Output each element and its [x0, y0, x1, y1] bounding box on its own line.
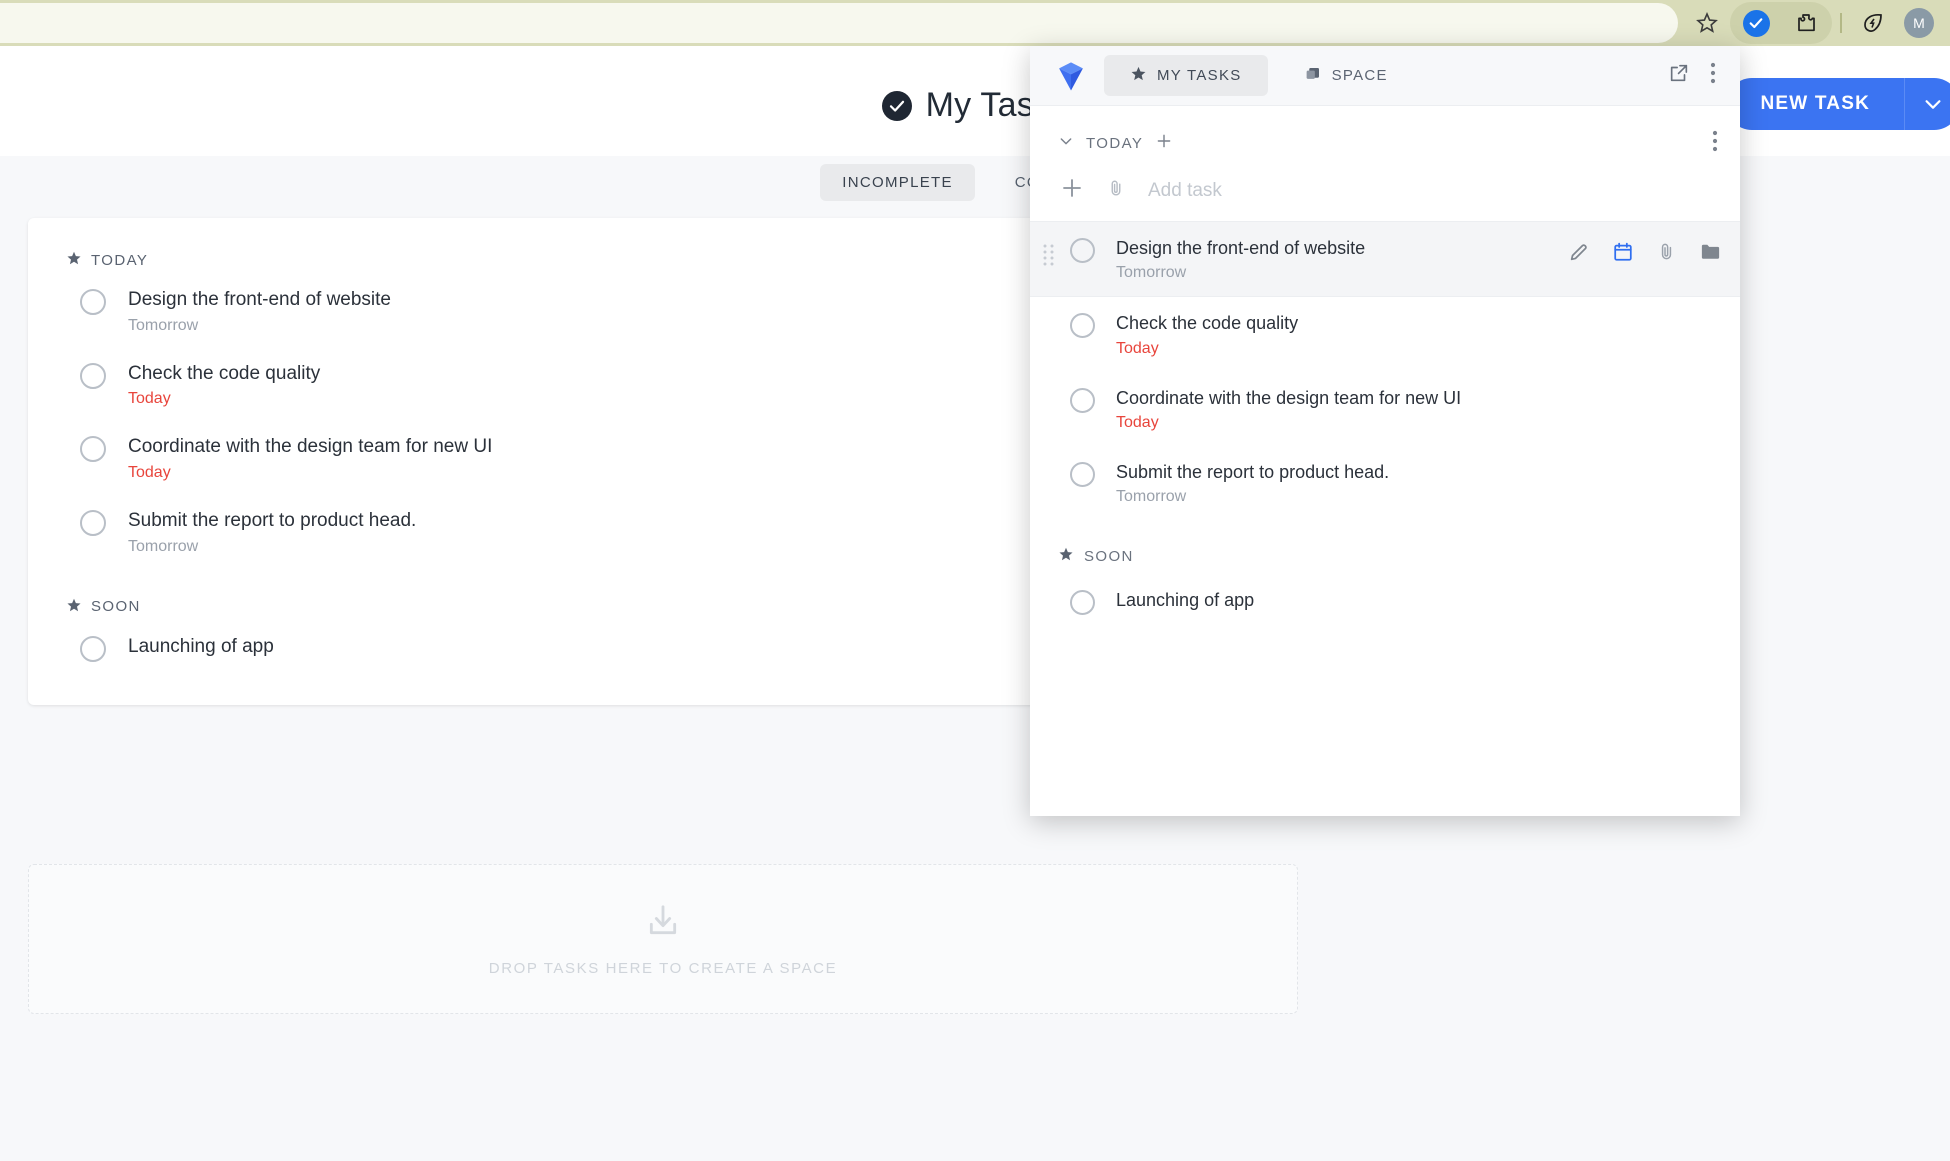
checkmark-extension-icon[interactable] [1733, 0, 1779, 46]
tab-incomplete[interactable]: INCOMPLETE [820, 164, 975, 201]
browser-toolbar-icons: M [1684, 0, 1942, 46]
puzzle-piece-icon[interactable] [1783, 0, 1829, 46]
new-task-button[interactable]: NEW TASK [1726, 78, 1904, 130]
calendar-icon[interactable] [1612, 241, 1634, 268]
drag-handle-icon[interactable] [1040, 236, 1056, 266]
extensions-pill [1730, 2, 1832, 44]
drag-handle-placeholder [1040, 386, 1056, 394]
star-icon[interactable] [1684, 0, 1730, 46]
address-bar[interactable] [0, 3, 1678, 43]
plus-icon[interactable] [1060, 176, 1084, 205]
toolbar-divider [1840, 13, 1842, 33]
task-checkbox[interactable] [80, 509, 106, 536]
task-date: Tomorrow [128, 316, 199, 334]
task-checkbox[interactable] [80, 289, 106, 315]
drag-handle-placeholder [1040, 460, 1056, 468]
add-task-row[interactable]: Add task [1030, 166, 1740, 221]
star-icon [66, 250, 82, 270]
popup-kebab-menu-icon[interactable] [1710, 62, 1716, 89]
popup-task-title: Check the code quality [1116, 313, 1299, 334]
task-date: Today [128, 390, 171, 408]
add-section-task-plus-icon[interactable] [1155, 132, 1173, 154]
circle-check-icon [881, 90, 912, 121]
star-icon [1130, 65, 1147, 86]
popup-task-row[interactable]: Check the code quality Today [1030, 297, 1740, 371]
create-space-dropzone[interactable]: DROP TASKS HERE TO CREATE A SPACE [28, 864, 1298, 1014]
task-title: Design the front-end of website [128, 289, 391, 310]
task-checkbox[interactable] [80, 635, 106, 662]
popup-task-checkbox[interactable] [1070, 461, 1095, 487]
task-checkbox[interactable] [80, 362, 106, 389]
popup-header: MY TASKS SPACE [1030, 46, 1740, 106]
extension-popup: MY TASKS SPACE TODAY Add task Design the… [1030, 46, 1740, 816]
avatar-initial: M [1904, 8, 1934, 38]
popup-task-row[interactable]: Coordinate with the design team for new … [1030, 372, 1740, 446]
leaf-bolt-icon[interactable] [1850, 0, 1896, 46]
popup-task-checkbox[interactable] [1070, 238, 1095, 263]
popup-task-title: Submit the report to product head. [1116, 461, 1390, 482]
edit-pencil-icon[interactable] [1568, 241, 1590, 268]
download-inbox-icon [643, 901, 683, 946]
tab-space[interactable]: SPACE [1278, 55, 1414, 97]
popup-body: TODAY Add task Design the front-end of w… [1030, 106, 1740, 816]
task-checkbox[interactable] [80, 436, 106, 463]
section-kebab-menu-icon[interactable] [1712, 130, 1718, 156]
task-title: Launching of app [128, 635, 274, 657]
tab-label: SPACE [1331, 67, 1388, 84]
chevron-down-icon[interactable] [1058, 133, 1074, 153]
popup-task-checkbox[interactable] [1070, 590, 1095, 616]
tab-label: MY TASKS [1157, 67, 1242, 84]
star-icon [1058, 546, 1074, 566]
task-title: Check the code quality [128, 362, 321, 384]
popup-header-actions [1668, 62, 1722, 89]
popup-task-date: Tomorrow [1116, 488, 1187, 506]
task-title: Submit the report to product head. [128, 509, 417, 531]
popup-task-row[interactable]: Launching of app [1030, 574, 1740, 629]
popup-task-checkbox[interactable] [1070, 313, 1095, 339]
popup-task-row[interactable]: Design the front-end of website Tomorrow [1030, 221, 1740, 298]
avatar[interactable]: M [1896, 0, 1942, 46]
attachment-icon[interactable] [1656, 241, 1677, 267]
layers-icon [1304, 65, 1322, 87]
section-label: SOON [1084, 547, 1134, 565]
star-icon [66, 597, 82, 617]
popup-task-title: Coordinate with the design team for new … [1116, 387, 1462, 408]
drag-handle-placeholder [1040, 311, 1056, 319]
popup-task-checkbox[interactable] [1070, 387, 1095, 413]
task-date: Today [128, 463, 171, 481]
open-external-icon[interactable] [1668, 62, 1690, 89]
new-task-dropdown-chevron-down-icon[interactable] [1904, 78, 1950, 130]
app-logo-icon [1048, 59, 1094, 93]
popup-task-date: Tomorrow [1116, 264, 1187, 282]
popup-task-title: Design the front-end of website [1116, 238, 1366, 258]
add-task-input[interactable]: Add task [1148, 180, 1222, 202]
section-label: TODAY [1086, 134, 1144, 152]
attachment-icon[interactable] [1106, 178, 1126, 203]
new-task-button-group: NEW TASK [1726, 78, 1950, 130]
browser-toolbar: M [0, 0, 1950, 46]
popup-task-date: Today [1116, 339, 1159, 357]
folder-icon[interactable] [1699, 240, 1722, 268]
section-label: TODAY [91, 251, 149, 269]
dropzone-label: DROP TASKS HERE TO CREATE A SPACE [488, 960, 838, 977]
popup-task-row[interactable]: Submit the report to product head. Tomor… [1030, 446, 1740, 520]
drag-handle-placeholder [1040, 588, 1056, 596]
task-date: Tomorrow [128, 537, 199, 555]
popup-task-title: Launching of app [1116, 590, 1255, 611]
task-title: Coordinate with the design team for new … [128, 436, 493, 458]
popup-section-header-today: TODAY [1030, 106, 1740, 166]
tab-my-tasks[interactable]: MY TASKS [1104, 55, 1268, 96]
popup-task-date: Today [1116, 413, 1159, 431]
popup-task-actions [1568, 236, 1722, 268]
section-label: SOON [91, 598, 141, 616]
popup-section-header-soon: SOON [1030, 520, 1740, 574]
